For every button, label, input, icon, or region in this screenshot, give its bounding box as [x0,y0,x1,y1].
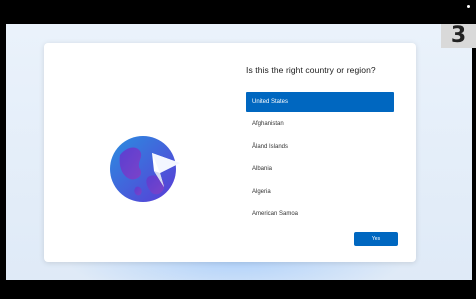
top-indicator [467,5,470,8]
step-number-badge: 3 [441,24,476,48]
globe-illustration-icon [106,129,186,209]
country-item-aland-islands[interactable]: Åland Islands [246,137,394,157]
yes-button[interactable]: Yes [354,232,398,246]
page-title: Is this the right country or region? [246,65,376,75]
oobe-background: Is this the right country or region? Uni… [6,24,472,280]
country-item-american-samoa[interactable]: American Samoa [246,204,394,224]
country-item-algeria[interactable]: Algeria [246,182,394,202]
country-item-united-states[interactable]: United States [246,92,394,112]
country-list[interactable]: United States Afghanistan Åland Islands … [246,92,394,226]
country-selection-pane: Is this the right country or region? Uni… [246,63,396,217]
setup-dialog: Is this the right country or region? Uni… [44,43,416,262]
country-item-afghanistan[interactable]: Afghanistan [246,114,394,134]
screen: Is this the right country or region? Uni… [0,0,476,299]
country-item-albania[interactable]: Albania [246,159,394,179]
